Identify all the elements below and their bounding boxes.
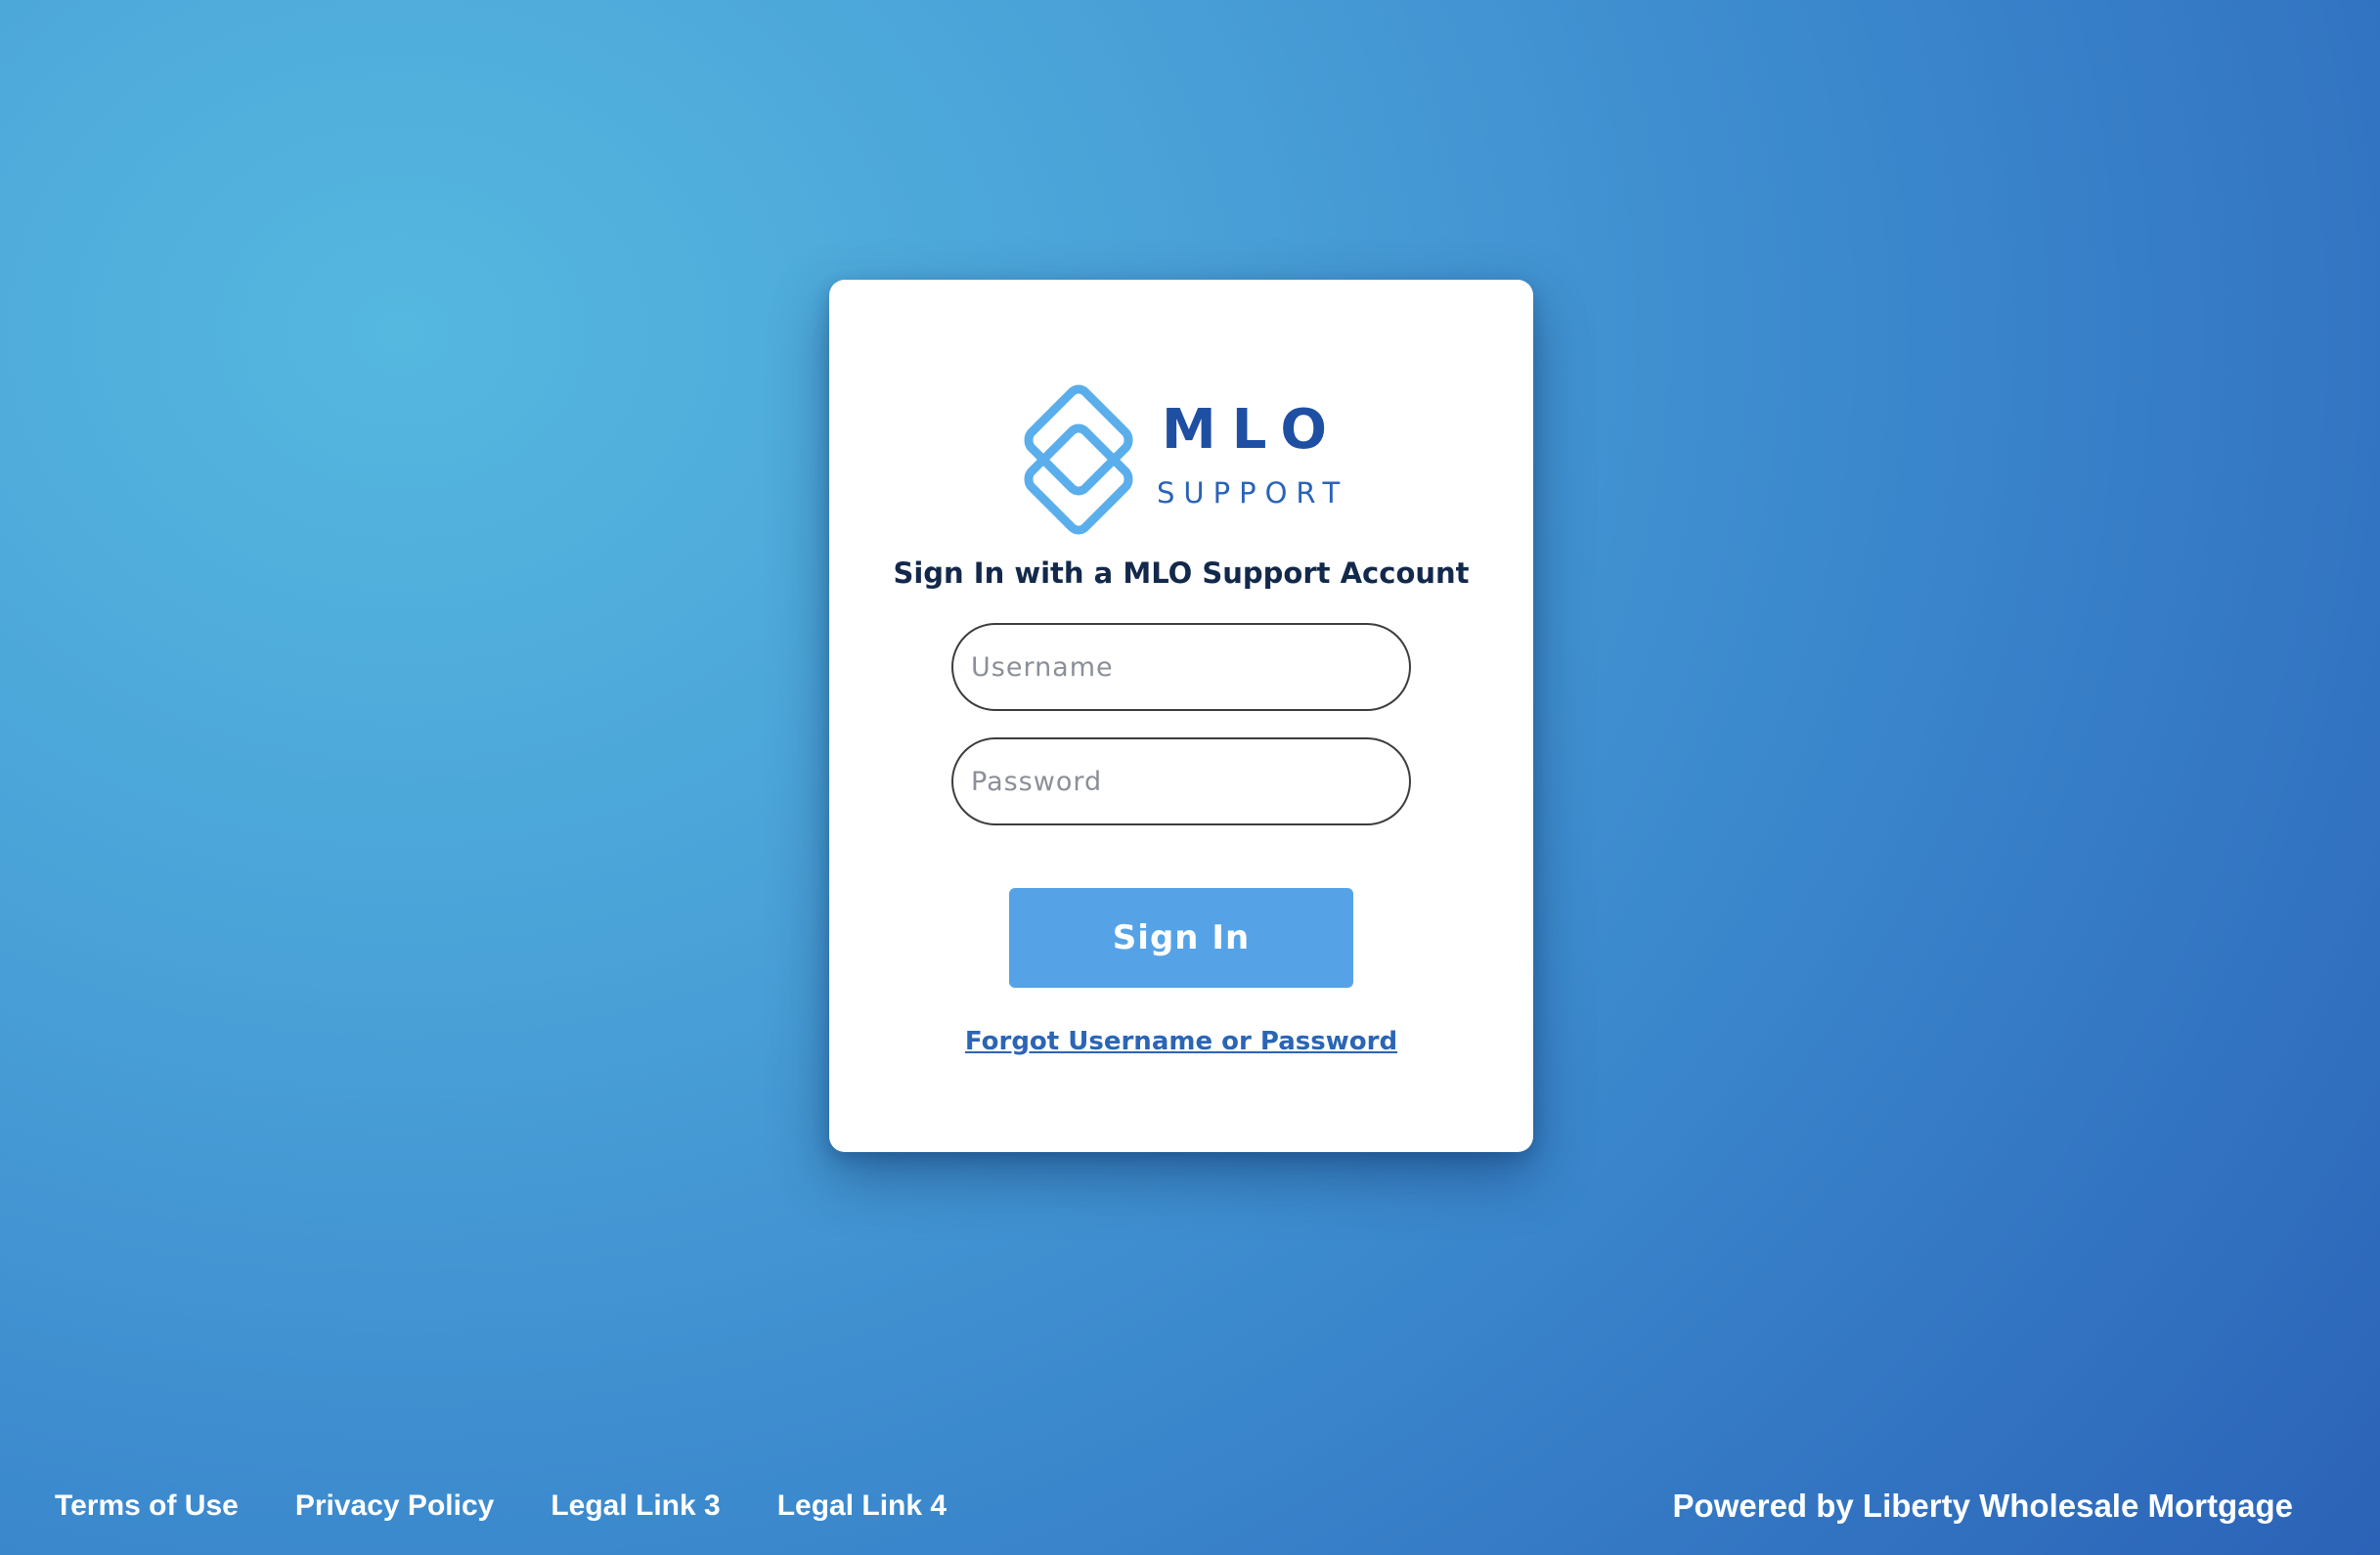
powered-by-text: Powered by Liberty Wholesale Mortgage bbox=[1672, 1488, 2293, 1524]
footer-link-privacy[interactable]: Privacy Policy bbox=[295, 1487, 494, 1526]
sign-in-button[interactable]: Sign In bbox=[1009, 888, 1353, 988]
footer-legal-links: Terms of Use Privacy Policy Legal Link 3… bbox=[55, 1487, 1003, 1526]
mlo-support-logo: MLO SUPPORT bbox=[1015, 381, 1347, 538]
password-input[interactable] bbox=[951, 737, 1411, 825]
logo-title: MLO bbox=[1162, 398, 1344, 462]
signin-heading: Sign In with a MLO Support Account bbox=[893, 556, 1470, 590]
username-input[interactable] bbox=[951, 623, 1411, 711]
forgot-credentials-link[interactable]: Forgot Username or Password bbox=[829, 1025, 1533, 1058]
footer-link-terms[interactable]: Terms of Use bbox=[55, 1487, 239, 1526]
footer-link-legal-3[interactable]: Legal Link 3 bbox=[551, 1487, 720, 1526]
logo-subtitle: SUPPORT bbox=[1157, 476, 1349, 510]
interlocked-diamonds-icon bbox=[1024, 384, 1133, 535]
footer-link-legal-4[interactable]: Legal Link 4 bbox=[777, 1487, 947, 1526]
